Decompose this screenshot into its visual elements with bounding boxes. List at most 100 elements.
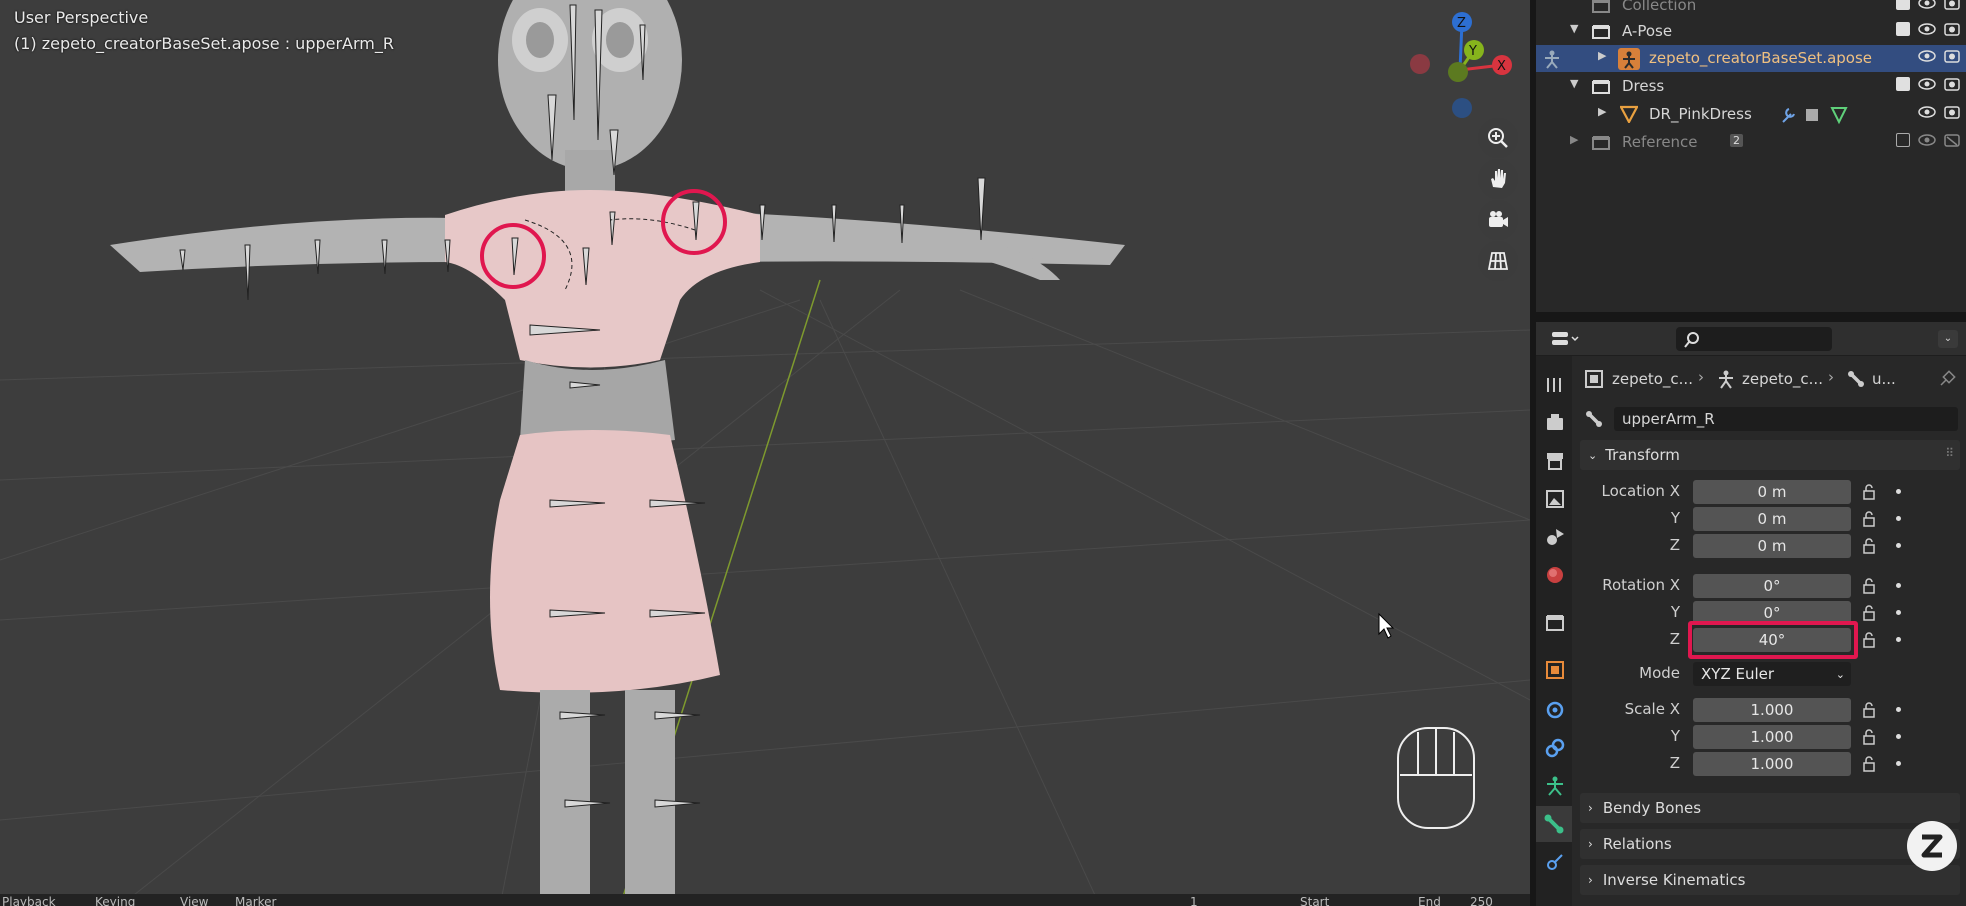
timeline-playback[interactable]: Playback: [2, 895, 56, 906]
breadcrumb-bone[interactable]: u...: [1872, 370, 1896, 388]
chevron-down-icon[interactable]: ⌄: [1938, 330, 1958, 348]
bone-icon: [1586, 411, 1602, 427]
transform-panel-header[interactable]: ⌄ Transform ⠿: [1580, 440, 1960, 470]
eye-icon[interactable]: [1918, 0, 1936, 10]
breadcrumb-object[interactable]: zepeto_c...: [1612, 370, 1693, 388]
keyframe-dot-icon[interactable]: [1896, 543, 1901, 548]
timeline-view[interactable]: View: [180, 895, 208, 906]
include-checkbox[interactable]: [1896, 77, 1910, 91]
modifier-icons: [1782, 107, 1848, 125]
keyframe-dot-icon[interactable]: [1896, 489, 1901, 494]
keyframe-dot-icon[interactable]: [1896, 610, 1901, 615]
collapse-arrow-icon[interactable]: ▼: [1570, 77, 1578, 90]
lock-icon[interactable]: [1862, 756, 1878, 772]
lock-icon[interactable]: [1862, 605, 1878, 621]
scale-x-field[interactable]: 1.000: [1693, 698, 1851, 722]
bone-constraint-tab-icon[interactable]: [1544, 851, 1566, 873]
expand-arrow-icon[interactable]: ▶: [1598, 105, 1606, 118]
expand-arrow-icon[interactable]: ▶: [1570, 133, 1578, 146]
view-layer-tab-icon[interactable]: [1544, 488, 1566, 510]
lock-icon[interactable]: [1862, 538, 1878, 554]
eye-icon[interactable]: [1918, 22, 1936, 36]
axis-gizmo[interactable]: Z X Y: [1410, 12, 1512, 118]
keyframe-dot-icon[interactable]: [1896, 761, 1901, 766]
location-z-field[interactable]: 0 m: [1693, 534, 1851, 558]
editor-type-dropdown[interactable]: [1550, 328, 1582, 350]
zoom-icon[interactable]: [1478, 118, 1518, 158]
outliner-row-dress[interactable]: ▼ Dress: [1536, 73, 1966, 100]
eye-icon[interactable]: [1918, 133, 1936, 147]
timeline-frame[interactable]: 1: [1190, 895, 1198, 906]
outliner-row-pinkdress[interactable]: ▶ DR_PinkDress: [1536, 101, 1966, 128]
pin-icon[interactable]: [1938, 370, 1956, 388]
constraints-tab-icon[interactable]: [1544, 737, 1566, 759]
bendy-bones-panel-header[interactable]: › Bendy Bones: [1580, 793, 1960, 823]
outliner[interactable]: Collection ▼ A-Pose ▶ zepeto_creatorBase…: [1536, 0, 1966, 312]
bone-name-field[interactable]: upperArm_R: [1614, 407, 1958, 431]
timeline-end-value[interactable]: 250: [1470, 895, 1493, 906]
area-divider[interactable]: [1536, 312, 1966, 322]
camera-render-disabled-icon[interactable]: [1944, 133, 1960, 147]
include-checkbox[interactable]: [1896, 22, 1910, 36]
lock-icon[interactable]: [1862, 729, 1878, 745]
include-checkbox[interactable]: [1896, 133, 1910, 147]
outliner-row-apose[interactable]: ▼ A-Pose: [1536, 18, 1966, 45]
search-input[interactable]: [1676, 327, 1832, 351]
pose-mode-icon[interactable]: [1542, 49, 1562, 69]
search-icon: [1684, 332, 1699, 348]
collection-icon: [1592, 25, 1610, 39]
keyframe-dot-icon[interactable]: [1896, 734, 1901, 739]
scale-z-field[interactable]: 1.000: [1693, 752, 1851, 776]
lock-icon[interactable]: [1862, 632, 1878, 648]
output-tab-icon[interactable]: [1544, 450, 1566, 472]
chevron-down-icon: ⌄: [1588, 448, 1598, 462]
rotation-mode-dropdown[interactable]: XYZ Euler ⌄: [1693, 662, 1851, 686]
keyframe-dot-icon[interactable]: [1896, 707, 1901, 712]
properties-editor[interactable]: ⌄ zepeto_c... › zepeto_c... › u... upper…: [1536, 322, 1966, 906]
armature-data-tab-icon[interactable]: [1544, 775, 1566, 797]
camera-render-icon[interactable]: [1944, 49, 1960, 63]
rotation-x-field[interactable]: 0°: [1693, 574, 1851, 598]
physics-tab-icon[interactable]: [1544, 699, 1566, 721]
keyframe-dot-icon[interactable]: [1896, 516, 1901, 521]
collection-tab-icon[interactable]: [1544, 612, 1566, 634]
drag-handle-icon[interactable]: ⠿: [1945, 446, 1954, 460]
inverse-kinematics-panel-header[interactable]: › Inverse Kinematics: [1580, 865, 1960, 895]
location-y-field[interactable]: 0 m: [1693, 507, 1851, 531]
outliner-row-reference[interactable]: ▶ Reference 2: [1536, 129, 1966, 156]
eye-icon[interactable]: [1918, 105, 1936, 119]
hand-pan-icon[interactable]: [1478, 159, 1518, 199]
render-tab-icon[interactable]: [1544, 412, 1566, 434]
lock-icon[interactable]: [1862, 702, 1878, 718]
collapse-arrow-icon[interactable]: ▼: [1570, 22, 1578, 35]
timeline-marker[interactable]: Marker: [235, 895, 276, 906]
timeline-keying[interactable]: Keying: [95, 895, 135, 906]
lock-icon[interactable]: [1862, 578, 1878, 594]
eye-icon[interactable]: [1918, 49, 1936, 63]
breadcrumb-armature[interactable]: zepeto_c...: [1742, 370, 1823, 388]
keyframe-dot-icon[interactable]: [1896, 637, 1901, 642]
scene-tab-icon[interactable]: [1544, 526, 1566, 548]
camera-render-icon[interactable]: [1944, 105, 1960, 119]
outliner-row-armature[interactable]: ▶ zepeto_creatorBaseSet.apose: [1536, 45, 1966, 72]
object-tab-icon[interactable]: [1544, 659, 1566, 681]
camera-render-icon[interactable]: [1944, 22, 1960, 36]
scale-y-field[interactable]: 1.000: [1693, 725, 1851, 749]
lock-icon[interactable]: [1862, 484, 1878, 500]
outliner-row-collection[interactable]: Collection: [1536, 0, 1966, 19]
include-checkbox[interactable]: [1896, 0, 1910, 10]
keyframe-dot-icon[interactable]: [1896, 583, 1901, 588]
3d-viewport[interactable]: Z X Y User Perspective (1) zepeto_creato…: [0, 0, 1530, 906]
location-x-field[interactable]: 0 m: [1693, 480, 1851, 504]
lock-icon[interactable]: [1862, 511, 1878, 527]
grid-ortho-icon[interactable]: [1478, 241, 1518, 281]
camera-render-icon[interactable]: [1944, 77, 1960, 91]
world-tab-icon[interactable]: [1544, 564, 1566, 586]
expand-arrow-icon[interactable]: ▶: [1598, 49, 1606, 62]
camera-icon[interactable]: [1478, 200, 1518, 240]
relations-panel-header[interactable]: › Relations: [1580, 829, 1960, 859]
bone-tab[interactable]: [1536, 806, 1572, 842]
tool-tab-icon[interactable]: [1544, 374, 1566, 396]
camera-render-icon[interactable]: [1944, 0, 1960, 10]
eye-icon[interactable]: [1918, 77, 1936, 91]
